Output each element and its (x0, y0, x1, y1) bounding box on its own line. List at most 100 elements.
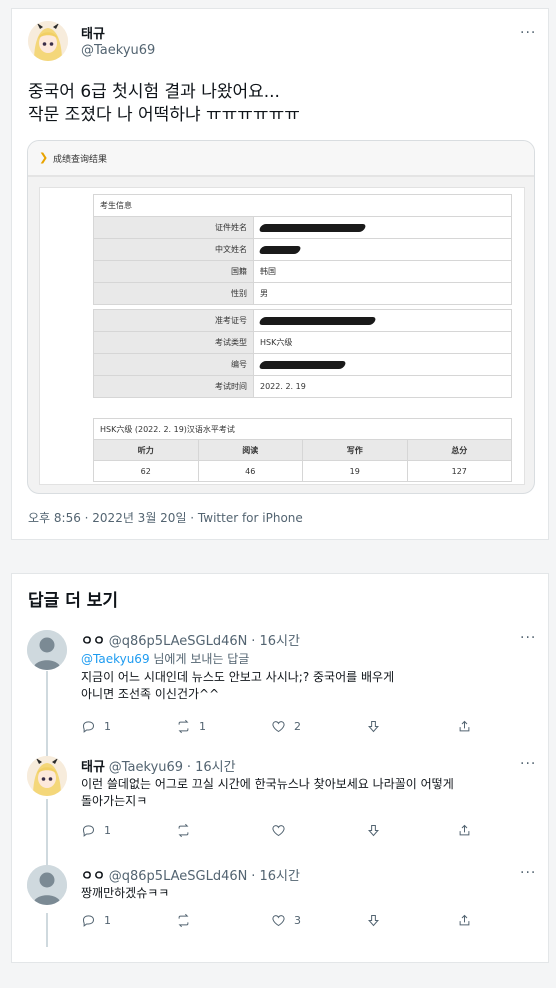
retweet-button[interactable]: 1 (176, 719, 206, 734)
replying-to-handle[interactable]: @Taekyu69 (81, 652, 150, 666)
score-value: 62 (93, 460, 199, 482)
author-handle[interactable]: @q86p5LAeSGLd46N (109, 634, 248, 649)
field-label: 准考证号 (93, 309, 254, 332)
score-header: 总分 (406, 439, 512, 461)
author-name[interactable]: ㅇㅇ (81, 869, 105, 884)
field-label: 中文姓名 (93, 238, 254, 261)
reply-icon (82, 915, 95, 927)
reply-actions: 1 3 (81, 913, 481, 931)
avatar[interactable] (27, 756, 67, 796)
avatar[interactable] (27, 630, 67, 670)
share-button[interactable] (457, 913, 472, 928)
field-value: 2022. 2. 19 (253, 375, 512, 398)
field-label: 国籍 (93, 260, 254, 283)
field-label: 考试类型 (93, 331, 254, 354)
author-handle[interactable]: @q86p5LAeSGLd46N (109, 869, 248, 884)
downvote-button[interactable] (366, 719, 381, 734)
downvote-arrow-icon (368, 825, 379, 837)
field-label: 性别 (93, 282, 254, 305)
score-table: HSK六级 (2022. 2. 19)汉语水平考试 听力 阅读 写作 总分 62… (93, 418, 512, 482)
reply-count: 1 (104, 720, 111, 733)
result-header: ❯ 成绩查询结果 (28, 141, 534, 177)
reply-time[interactable]: · 16시간 (187, 760, 236, 775)
chevron-right-icon: ❯ (39, 151, 49, 164)
replying-to-suffix: 님에게 보내는 답글 (149, 652, 250, 666)
author-name[interactable]: ㅇㅇ (81, 634, 105, 649)
score-value: 46 (197, 460, 303, 482)
redaction-mark (258, 223, 367, 232)
like-count: 3 (294, 914, 301, 927)
thread-line (46, 671, 48, 765)
author-name[interactable]: 태규 (81, 23, 105, 42)
reply-time[interactable]: · 16시간 (251, 869, 300, 884)
like-button[interactable]: 3 (271, 913, 301, 928)
share-button[interactable] (457, 719, 472, 734)
reply-button[interactable]: 1 (81, 913, 111, 928)
retweet-icon (178, 823, 189, 838)
replies-title: 답글 더 보기 (28, 591, 119, 611)
reply-text: 짱깨만하겠슈ㅋㅋ (81, 886, 170, 900)
field-value: 韩国 (253, 260, 512, 283)
reply-header: ㅇㅇ @q86p5LAeSGLd46N · 16시간 (81, 865, 300, 884)
tweet-timestamp[interactable]: 오후 8:56 · 2022년 3월 20일 · Twitter for iPh… (28, 509, 303, 526)
reply-actions: 1 (81, 823, 481, 841)
reply-icon (82, 825, 95, 837)
avatar[interactable] (27, 865, 67, 905)
score-header: 听力 (93, 439, 199, 461)
redaction-mark (258, 316, 377, 325)
reply-count: 1 (104, 824, 111, 837)
anime-avatar-icon (27, 756, 67, 796)
more-icon[interactable]: ··· (520, 756, 536, 772)
share-icon (459, 914, 470, 926)
downvote-button[interactable] (366, 823, 381, 838)
field-value (253, 309, 512, 332)
reply-button[interactable]: 1 (81, 823, 111, 838)
retweet-button[interactable] (176, 823, 199, 838)
tweet-image[interactable]: ❯ 成绩查询结果 考生信息 证件姓名 中文姓名 国籍 韩国 性别 男 准考证号 … (27, 140, 535, 494)
author-handle[interactable]: @Taekyu69 (109, 760, 183, 775)
like-icon (272, 915, 285, 927)
field-value: HSK六级 (253, 331, 512, 354)
reply-text: 지금이 어느 시대인데 뉴스도 안보고 사시나;? 중국어를 배우게 아니면 조… (81, 670, 395, 701)
author-name[interactable]: 태규 (81, 760, 105, 775)
reply-header: 태규 @Taekyu69 · 16시간 (81, 756, 236, 775)
field-label: 证件姓名 (93, 216, 254, 239)
default-avatar-icon (27, 630, 67, 670)
reply-text: 이런 쓸데없는 어그로 끄실 시간에 한국뉴스나 찾아보세요 나라꼴이 어떻게 … (81, 777, 454, 808)
anime-avatar-icon (28, 21, 68, 61)
retweet-button[interactable] (176, 913, 199, 928)
result-header-title: 成绩查询结果 (53, 155, 108, 165)
avatar[interactable] (28, 21, 68, 61)
retweet-count: 1 (199, 720, 206, 733)
more-icon[interactable]: ··· (520, 865, 536, 881)
share-icon (459, 824, 470, 836)
downvote-button[interactable] (366, 913, 381, 928)
downvote-arrow-icon (368, 721, 379, 733)
section-title: 考生信息 (93, 194, 512, 217)
share-button[interactable] (457, 823, 472, 838)
score-value: 19 (302, 460, 408, 482)
replying-to: @Taekyu69 님에게 보내는 답글 (81, 651, 521, 668)
share-icon (459, 720, 470, 732)
default-avatar-icon (27, 865, 67, 905)
thread-line (46, 913, 48, 947)
like-button[interactable] (271, 823, 294, 838)
retweet-icon (178, 913, 189, 928)
field-value (253, 238, 512, 261)
field-value (253, 353, 512, 376)
like-button[interactable]: 2 (271, 719, 301, 734)
more-icon[interactable]: ··· (520, 630, 536, 646)
reply-icon (82, 721, 95, 733)
result-body: 考生信息 证件姓名 中文姓名 国籍 韩国 性别 男 准考证号 考试类型 HSK六… (39, 187, 525, 485)
score-header: 写作 (302, 439, 408, 461)
reply-button[interactable]: 1 (81, 719, 111, 734)
score-header: 阅读 (197, 439, 303, 461)
author-handle[interactable]: @Taekyu69 (81, 43, 155, 58)
like-count: 2 (294, 720, 301, 733)
reply-time[interactable]: · 16시간 (251, 634, 300, 649)
downvote-arrow-icon (368, 915, 379, 927)
reply-actions: 1 1 2 (81, 719, 481, 737)
like-icon (272, 721, 285, 733)
more-icon[interactable]: ··· (520, 25, 536, 41)
field-label: 考试时间 (93, 375, 254, 398)
